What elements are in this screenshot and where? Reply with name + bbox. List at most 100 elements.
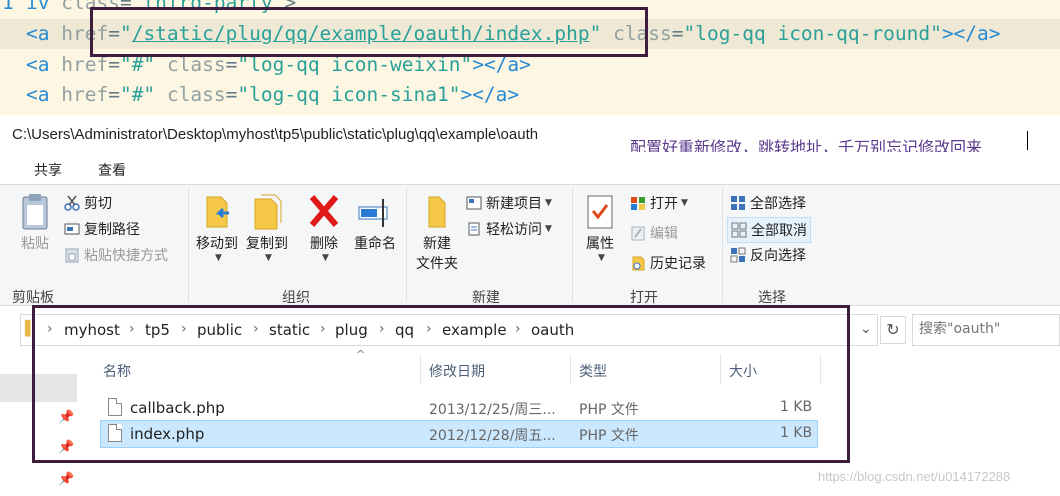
window-path: C:\Users\Administrator\Desktop\myhost\tp… bbox=[12, 126, 539, 143]
code-line-3: <a href="#" class="log-qq icon-sina1"></… bbox=[26, 83, 520, 106]
search-box[interactable] bbox=[912, 314, 1060, 346]
cut-button[interactable]: 剪切 bbox=[64, 193, 112, 213]
chevron-down-icon: ▼ bbox=[545, 224, 552, 234]
chevron-down-icon: ▼ bbox=[265, 253, 272, 263]
paste-shortcut-label: 粘贴快捷方式 bbox=[84, 248, 168, 264]
select-all-icon bbox=[730, 195, 746, 211]
group-label-organize: 组织 bbox=[282, 290, 310, 306]
invert-selection-icon bbox=[730, 247, 746, 263]
chevron-down-icon: ▼ bbox=[545, 198, 552, 208]
group-label-select: 选择 bbox=[758, 290, 786, 306]
ribbon-separator bbox=[722, 187, 723, 302]
new-item-icon bbox=[466, 195, 482, 211]
tab-share[interactable]: 共享 bbox=[34, 160, 62, 180]
properties-label: 属性 bbox=[586, 236, 614, 252]
cut-label: 剪切 bbox=[84, 196, 112, 212]
code-token: href bbox=[61, 83, 109, 106]
pin-icon[interactable]: 📌 bbox=[58, 472, 74, 487]
group-label-open: 打开 bbox=[630, 290, 658, 306]
group-label-new: 新建 bbox=[472, 290, 500, 306]
copy-to-icon bbox=[249, 193, 285, 230]
easy-access-label: 轻松访问 bbox=[486, 222, 542, 238]
code-token: iv bbox=[26, 0, 50, 14]
search-input[interactable] bbox=[919, 321, 1057, 337]
folder-icon bbox=[419, 193, 455, 229]
clipboard-icon bbox=[17, 193, 53, 230]
paste-shortcut-button[interactable]: 粘贴快捷方式 bbox=[64, 245, 168, 265]
chevron-down-icon: ▼ bbox=[215, 253, 222, 263]
new-folder-button[interactable]: 新建 文件夹 bbox=[412, 193, 462, 273]
copy-path-label: 复制路径 bbox=[84, 222, 140, 238]
code-token: "#" bbox=[119, 83, 156, 106]
open-label: 打开 bbox=[650, 196, 678, 212]
code-token: ></a> bbox=[460, 83, 520, 106]
open-button[interactable]: 打开 ▼ bbox=[630, 193, 688, 213]
code-token: "log-qq icon-qq-round" bbox=[683, 22, 942, 45]
select-none-label: 全部取消 bbox=[751, 223, 807, 239]
move-to-button[interactable]: 移动到 ▼ bbox=[194, 193, 240, 263]
code-token: "log-qq icon-sina1" bbox=[237, 83, 461, 106]
ribbon-tabs: 共享 查看 bbox=[0, 152, 1060, 184]
chevron-down-icon[interactable]: ⌄ bbox=[860, 321, 872, 337]
easy-access-button[interactable]: 轻松访问 ▼ bbox=[466, 219, 552, 239]
highlight-box-folder bbox=[32, 305, 850, 463]
new-folder-label-1: 新建 bbox=[423, 236, 451, 252]
ribbon-separator bbox=[188, 187, 189, 302]
rename-button[interactable]: 重命名 bbox=[350, 193, 400, 253]
move-to-label: 移动到 bbox=[196, 236, 238, 252]
refresh-icon: ↻ bbox=[886, 320, 900, 339]
new-folder-label-2: 文件夹 bbox=[416, 256, 458, 272]
scissors-icon bbox=[64, 195, 80, 211]
refresh-button[interactable]: ↻ bbox=[880, 316, 906, 344]
group-label-clipboard: 剪贴板 bbox=[12, 290, 54, 306]
paste-label: 粘贴 bbox=[21, 236, 49, 252]
history-button[interactable]: 历史记录 bbox=[630, 253, 706, 273]
ribbon-separator bbox=[406, 187, 407, 302]
chevron-down-icon: ▼ bbox=[598, 253, 605, 263]
open-icon bbox=[630, 195, 646, 211]
pencil-icon bbox=[630, 225, 646, 241]
rename-icon bbox=[357, 193, 393, 229]
easy-access-icon bbox=[466, 221, 482, 237]
properties-icon bbox=[582, 193, 618, 229]
code-token: <a bbox=[26, 53, 50, 76]
ribbon: 粘贴 剪切 复制路径 粘贴快捷方式 剪贴板 移动到 ▼ 复制到 ▼ 删除 ▼ 重… bbox=[0, 184, 1060, 306]
rename-label: 重命名 bbox=[354, 236, 396, 252]
code-token: <a bbox=[26, 83, 50, 106]
delete-icon bbox=[306, 193, 342, 229]
highlight-box-href bbox=[90, 7, 648, 57]
copy-path-icon bbox=[64, 221, 80, 237]
code-token: = bbox=[108, 83, 120, 106]
text-cursor bbox=[1027, 131, 1028, 150]
paste-button[interactable]: 粘贴 bbox=[14, 193, 56, 253]
paste-shortcut-icon bbox=[64, 247, 80, 263]
chevron-down-icon: ▼ bbox=[322, 253, 329, 263]
history-label: 历史记录 bbox=[650, 256, 706, 272]
copy-to-button[interactable]: 复制到 ▼ bbox=[244, 193, 290, 263]
select-all-label: 全部选择 bbox=[750, 196, 806, 212]
history-icon bbox=[630, 255, 646, 271]
new-item-label: 新建项目 bbox=[486, 196, 542, 212]
edit-button[interactable]: 编辑 bbox=[630, 223, 678, 243]
invert-selection-button[interactable]: 反向选择 bbox=[730, 245, 806, 265]
select-all-button[interactable]: 全部选择 bbox=[730, 193, 806, 213]
delete-label: 删除 bbox=[310, 236, 338, 252]
code-token: <a bbox=[26, 22, 50, 45]
chevron-down-icon: ▼ bbox=[681, 198, 688, 208]
delete-button[interactable]: 删除 ▼ bbox=[304, 193, 344, 263]
tab-view[interactable]: 查看 bbox=[98, 160, 126, 180]
code-token: class bbox=[166, 83, 226, 106]
properties-button[interactable]: 属性 ▼ bbox=[580, 193, 620, 263]
select-none-button[interactable]: 全部取消 bbox=[727, 217, 811, 243]
select-none-icon bbox=[731, 222, 747, 238]
invert-selection-label: 反向选择 bbox=[750, 248, 806, 264]
code-token: ></a> bbox=[941, 22, 1001, 45]
copy-to-label: 复制到 bbox=[246, 236, 288, 252]
edit-label: 编辑 bbox=[650, 226, 678, 242]
watermark: https://blog.csdn.net/u014172288 bbox=[818, 469, 1011, 484]
move-to-icon bbox=[199, 193, 235, 229]
new-item-button[interactable]: 新建项目 ▼ bbox=[466, 193, 552, 213]
ribbon-separator bbox=[572, 187, 573, 302]
copy-path-button[interactable]: 复制路径 bbox=[64, 219, 140, 239]
line-gutter: 1 bbox=[2, 0, 14, 14]
